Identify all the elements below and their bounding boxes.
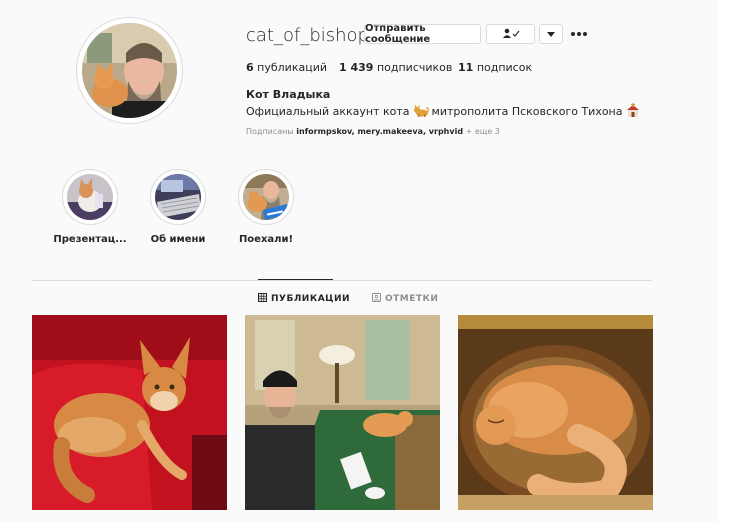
following-button[interactable] [486, 24, 535, 44]
suggestions-dropdown-button[interactable] [539, 24, 563, 44]
grid-icon [258, 293, 267, 305]
tab-posts[interactable]: ПУБЛИКАЦИИ [258, 293, 350, 305]
tab-posts-label: ПУБЛИКАЦИИ [271, 294, 351, 304]
bio-text-part1: Официальный аккаунт кота [246, 105, 410, 118]
followers-count: 1 439 [339, 61, 374, 74]
profile-username: cat_of_bishop [246, 25, 369, 46]
following-label: подписок [476, 61, 533, 74]
cat-emoji-icon [413, 104, 429, 120]
stat-posts: 6 публикаций [246, 61, 327, 74]
tab-tagged-label: ОТМЕТКИ [385, 294, 439, 304]
followed-by-prefix: Подписаны [246, 127, 294, 136]
post-thumbnail[interactable] [245, 315, 440, 510]
followed-by-names: informpskov, mery.makeeva, vrphvid [296, 127, 464, 136]
highlight-label: Презентац... [53, 234, 127, 245]
tab-tagged[interactable]: ОТМЕТКИ [372, 293, 438, 305]
more-icon[interactable] [569, 26, 589, 42]
stat-following[interactable]: 11 подписок [458, 61, 532, 74]
posts-count: 6 [246, 61, 254, 74]
posts-label: публикаций [257, 61, 327, 74]
highlight-cover [150, 169, 206, 225]
followed-by[interactable]: Подписаны informpskov, mery.makeeva, vrp… [246, 127, 500, 136]
chevron-down-icon [547, 29, 555, 40]
tag-icon [372, 293, 381, 305]
profile-page: cat_of_bishop Отправить сообщение 6 публ… [0, 0, 718, 522]
highlight-cover [62, 169, 118, 225]
bio-text-part2: митрополита Псковского Тихона [431, 105, 623, 118]
highlight-item[interactable]: Презентац... [45, 169, 135, 245]
avatar-photo [82, 23, 177, 118]
followers-label: подписчиков [376, 61, 453, 74]
profile-bio: Официальный аккаунт кота митрополита Пск… [246, 103, 640, 120]
followed-by-more: + еще 3 [465, 127, 500, 136]
send-message-button[interactable]: Отправить сообщение [364, 23, 481, 45]
profile-full-name: Кот Владыка [246, 88, 331, 101]
church-emoji-icon [626, 103, 640, 120]
highlight-label: Об имени [150, 234, 206, 245]
highlight-cover [238, 169, 294, 225]
post-thumbnail[interactable] [458, 315, 653, 510]
highlight-label: Поехали! [238, 234, 294, 245]
profile-avatar[interactable] [76, 17, 183, 124]
tabs-divider [32, 280, 652, 281]
person-check-icon [502, 28, 520, 41]
active-tab-indicator [258, 279, 333, 280]
post-thumbnail[interactable] [32, 315, 227, 510]
following-count: 11 [458, 61, 474, 74]
highlight-item[interactable]: Об имени [133, 169, 223, 245]
stat-followers[interactable]: 1 439 подписчиков [339, 61, 452, 74]
highlight-item[interactable]: Поехали! [221, 169, 311, 245]
